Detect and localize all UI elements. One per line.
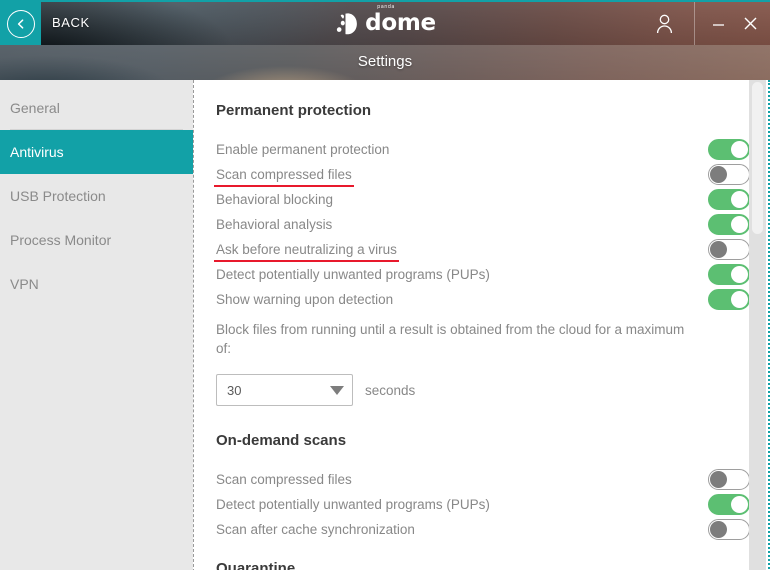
toggle-knob: [710, 241, 727, 258]
toggle-behavioral-analysis[interactable]: [708, 214, 750, 235]
application-window: BACK panda dome Settings General Antivir…: [0, 0, 770, 570]
logo-wordmark: panda dome: [365, 4, 436, 37]
sidebar-item-antivirus[interactable]: Antivirus: [0, 130, 193, 174]
timeout-seconds-dropdown[interactable]: 30: [216, 374, 353, 406]
setting-row-scan-compressed-files: Scan compressed files: [214, 162, 750, 187]
toggle-knob: [731, 216, 748, 233]
user-account-icon[interactable]: [650, 11, 678, 37]
setting-row-ask-before-neutralizing: Ask before neutralizing a virus: [214, 237, 750, 262]
toggle-knob: [731, 141, 748, 158]
sidebar-item-label: VPN: [10, 276, 39, 292]
setting-row-ods-scan-after-cache-sync: Scan after cache synchronization: [216, 517, 750, 542]
cloud-block-timeout-description: Block files from running until a result …: [216, 322, 685, 356]
setting-label: Detect potentially unwanted programs (PU…: [216, 497, 490, 512]
settings-sidebar: General Antivirus USB Protection Process…: [0, 80, 193, 570]
setting-row-behavioral-analysis: Behavioral analysis: [216, 212, 750, 237]
setting-row-detect-pups: Detect potentially unwanted programs (PU…: [216, 262, 750, 287]
setting-label: Detect potentially unwanted programs (PU…: [216, 267, 490, 282]
sidebar-item-label: Antivirus: [10, 144, 64, 160]
setting-row-enable-permanent-protection: Enable permanent protection: [216, 137, 750, 162]
sidebar-item-vpn[interactable]: VPN: [0, 262, 193, 306]
on-demand-scans-rows: Scan compressed files Detect potentially…: [216, 467, 750, 542]
title-bar: BACK panda dome: [0, 2, 770, 45]
toggle-knob: [710, 471, 727, 488]
sidebar-item-general[interactable]: General: [0, 86, 193, 130]
setting-label: Ask before neutralizing a virus: [214, 242, 399, 262]
sidebar-item-process-monitor[interactable]: Process Monitor: [0, 218, 193, 262]
page-title: Settings: [357, 53, 413, 70]
toggle-knob: [710, 166, 727, 183]
setting-row-ods-scan-compressed-files: Scan compressed files: [216, 467, 750, 492]
page-title-bar: Settings: [0, 45, 770, 80]
scrollbar-thumb[interactable]: [752, 82, 763, 234]
minimize-button[interactable]: [704, 10, 732, 36]
chevron-down-icon: [330, 385, 344, 395]
logo-brand-word: dome: [365, 10, 436, 36]
app-logo: panda dome: [334, 4, 436, 38]
titlebar-separator: [694, 2, 695, 45]
settings-scroll-content: Permanent protection Enable permanent pr…: [194, 80, 750, 570]
setting-row-behavioral-blocking: Behavioral blocking: [216, 187, 750, 212]
setting-label: Scan compressed files: [216, 472, 352, 487]
panda-logo-icon: [336, 12, 357, 34]
content-scrollbar[interactable]: [749, 80, 766, 570]
toggle-knob: [731, 291, 748, 308]
toggle-knob: [731, 191, 748, 208]
setting-label: Behavioral analysis: [216, 217, 333, 232]
close-button[interactable]: [736, 10, 764, 36]
logo-brand-sup: panda: [377, 4, 395, 10]
setting-row-ods-detect-pups: Detect potentially unwanted programs (PU…: [216, 492, 750, 517]
toggle-ods-detect-pups[interactable]: [708, 494, 750, 515]
page-body: General Antivirus USB Protection Process…: [0, 80, 770, 570]
toggle-knob: [710, 521, 727, 538]
settings-content-panel: Permanent protection Enable permanent pr…: [193, 80, 770, 570]
section-heading-on-demand-scans: On-demand scans: [216, 432, 347, 449]
section-heading-permanent-protection: Permanent protection: [216, 102, 372, 119]
setting-row-show-warning: Show warning upon detection: [216, 287, 750, 312]
toggle-knob: [731, 266, 748, 283]
sidebar-item-usb-protection[interactable]: USB Protection: [0, 174, 193, 218]
setting-label: Behavioral blocking: [216, 192, 334, 207]
toggle-detect-pups[interactable]: [708, 264, 750, 285]
toggle-knob: [731, 496, 748, 513]
section-heading-quarantine: Quarantine: [216, 560, 296, 570]
cloud-block-timeout-row: 30 seconds: [216, 374, 750, 406]
toggle-ods-scan-compressed-files[interactable]: [708, 469, 750, 490]
toggle-ods-scan-after-cache-sync[interactable]: [708, 519, 750, 540]
sidebar-item-label: USB Protection: [10, 188, 106, 204]
permanent-protection-rows: Enable permanent protection Scan compres…: [214, 137, 750, 312]
toggle-enable-permanent-protection[interactable]: [708, 139, 750, 160]
timeout-seconds-unit-label: seconds: [365, 382, 416, 398]
chevron-left-icon: [6, 9, 35, 38]
setting-label: Scan after cache synchronization: [216, 522, 415, 537]
sidebar-item-label: Process Monitor: [10, 232, 112, 248]
toggle-behavioral-blocking[interactable]: [708, 189, 750, 210]
setting-label: Enable permanent protection: [216, 142, 390, 157]
timeout-seconds-value: 30: [227, 382, 242, 398]
toggle-ask-before-neutralizing[interactable]: [708, 239, 750, 260]
setting-label: Scan compressed files: [214, 167, 354, 187]
setting-label: Show warning upon detection: [216, 292, 394, 307]
sidebar-item-label: General: [10, 100, 60, 116]
toggle-scan-compressed-files[interactable]: [708, 164, 750, 185]
toggle-show-warning[interactable]: [708, 289, 750, 310]
back-button[interactable]: [0, 2, 41, 45]
back-button-label[interactable]: BACK: [52, 15, 90, 30]
